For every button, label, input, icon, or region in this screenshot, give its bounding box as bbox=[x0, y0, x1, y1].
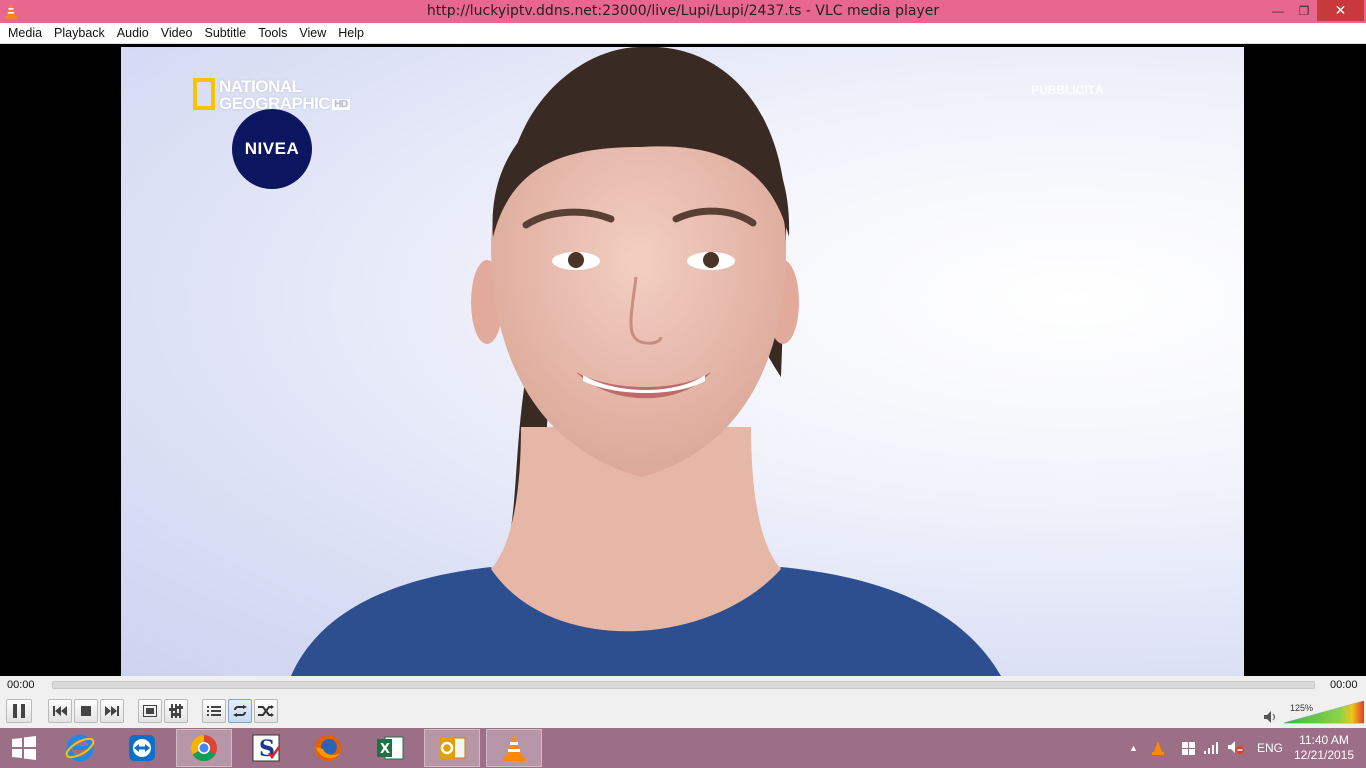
title-bar: http://luckyiptv.ddns.net:23000/live/Lup… bbox=[0, 0, 1366, 23]
taskbar-teamviewer[interactable] bbox=[114, 729, 170, 767]
volume-slider[interactable] bbox=[1284, 700, 1364, 724]
fullscreen-icon bbox=[143, 705, 157, 717]
menu-playback[interactable]: Playback bbox=[48, 24, 111, 43]
input-language[interactable]: ENG bbox=[1257, 741, 1283, 755]
taskbar: S X ▲ ENG 11:40 AM 12/21/2015 bbox=[0, 728, 1366, 768]
pause-button[interactable] bbox=[6, 699, 32, 723]
next-button[interactable] bbox=[100, 699, 124, 723]
chrome-icon bbox=[190, 734, 217, 762]
windows-logo-icon bbox=[12, 736, 36, 760]
menu-media[interactable]: Media bbox=[2, 24, 48, 43]
pause-icon bbox=[13, 704, 25, 718]
stop-icon bbox=[81, 706, 91, 716]
close-button[interactable]: ✕ bbox=[1317, 0, 1364, 21]
vlc-icon bbox=[503, 735, 525, 761]
loop-icon bbox=[233, 705, 247, 717]
internet-explorer-icon bbox=[65, 734, 95, 762]
minimize-button[interactable]: — bbox=[1265, 0, 1291, 21]
taskbar-firefox[interactable] bbox=[300, 729, 356, 767]
excel-icon: X bbox=[377, 736, 404, 760]
loop-button[interactable] bbox=[228, 699, 252, 723]
previous-button[interactable] bbox=[48, 699, 72, 723]
menu-subtitle[interactable]: Subtitle bbox=[199, 24, 253, 43]
menu-bar: Media Playback Audio Video Subtitle Tool… bbox=[0, 23, 1366, 44]
stop-button[interactable] bbox=[74, 699, 98, 723]
taskbar-outlook[interactable] bbox=[424, 729, 480, 767]
shuffle-icon bbox=[258, 705, 274, 717]
outlook-icon bbox=[439, 737, 466, 759]
show-hidden-icons-icon[interactable]: ▲ bbox=[1129, 743, 1138, 753]
natgeo-line1: NATIONAL bbox=[219, 77, 302, 96]
natgeo-frame-icon bbox=[193, 78, 215, 110]
menu-view[interactable]: View bbox=[293, 24, 332, 43]
sharex-icon: S bbox=[252, 734, 281, 762]
fullscreen-button[interactable] bbox=[138, 699, 162, 723]
video-frame[interactable]: NATIONAL GEOGRAPHIC HD NIVEA PUBBLICITÀ bbox=[121, 47, 1244, 676]
svg-text:X: X bbox=[380, 742, 390, 757]
seek-row: 00:00 00:00 bbox=[0, 676, 1366, 695]
clock-date: 12/21/2015 bbox=[1293, 748, 1355, 762]
menu-video[interactable]: Video bbox=[155, 24, 199, 43]
tray-vlc-icon[interactable] bbox=[1152, 741, 1164, 755]
taskbar-vlc[interactable] bbox=[486, 729, 542, 767]
window-title: http://luckyiptv.ddns.net:23000/live/Lup… bbox=[426, 3, 940, 19]
taskbar-sharex[interactable]: S bbox=[238, 729, 294, 767]
natgeo-hd-badge: HD bbox=[332, 99, 350, 111]
national-geographic-logo: NATIONAL GEOGRAPHIC HD bbox=[193, 78, 350, 112]
network-signal-icon[interactable] bbox=[1204, 742, 1220, 754]
previous-icon bbox=[53, 706, 67, 716]
maximize-button[interactable]: ❐ bbox=[1291, 0, 1317, 21]
shuffle-button[interactable] bbox=[254, 699, 278, 723]
taskbar-clock[interactable]: 11:40 AM 12/21/2015 bbox=[1290, 733, 1358, 763]
volume-muted-icon[interactable] bbox=[1228, 741, 1244, 755]
total-time: 00:00 bbox=[1330, 679, 1358, 691]
menu-audio[interactable]: Audio bbox=[111, 24, 155, 43]
extended-settings-icon bbox=[169, 704, 183, 718]
elapsed-time: 00:00 bbox=[7, 679, 35, 691]
menu-help[interactable]: Help bbox=[332, 24, 370, 43]
taskbar-chrome[interactable] bbox=[176, 729, 232, 767]
taskbar-internet-explorer[interactable] bbox=[52, 729, 108, 767]
clock-time: 11:40 AM bbox=[1299, 733, 1349, 747]
teamviewer-icon bbox=[129, 735, 155, 761]
playlist-icon bbox=[207, 706, 221, 716]
controls-bar: 125% bbox=[0, 695, 1366, 728]
action-center-icon[interactable] bbox=[1182, 742, 1195, 755]
menu-tools[interactable]: Tools bbox=[252, 24, 293, 43]
seek-slider[interactable] bbox=[52, 681, 1315, 689]
advertisement-label: PUBBLICITÀ bbox=[1031, 83, 1104, 97]
start-button[interactable] bbox=[0, 729, 48, 767]
taskbar-excel[interactable]: X bbox=[362, 729, 418, 767]
firefox-icon bbox=[315, 735, 341, 761]
speaker-icon[interactable] bbox=[1264, 711, 1278, 723]
extended-settings-button[interactable] bbox=[164, 699, 188, 723]
playlist-button[interactable] bbox=[202, 699, 226, 723]
next-icon bbox=[105, 706, 119, 716]
nivea-logo: NIVEA bbox=[232, 109, 312, 189]
